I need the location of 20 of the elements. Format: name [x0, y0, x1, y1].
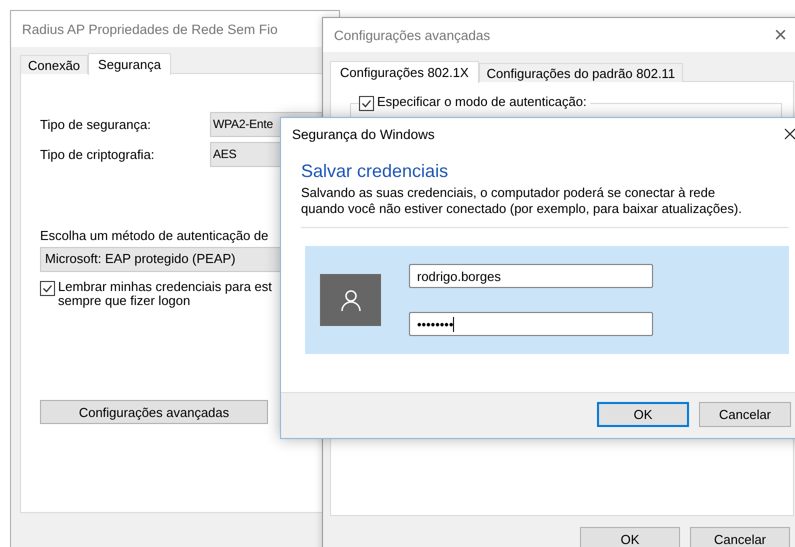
tab[interactable]: Conexão	[20, 55, 88, 74]
checkbox-label: Lembrar minhas credenciais para est sempre que fizer logon	[58, 280, 272, 308]
field-label: Tipo de segurança:	[40, 117, 152, 132]
tab[interactable]: Segurança	[88, 53, 171, 75]
username-field[interactable]: rodrigo.borges	[409, 264, 653, 288]
field-label: Escolha um método de autenticação de	[40, 228, 268, 243]
tab[interactable]: Configurações 802.1X	[330, 61, 479, 83]
close-button[interactable]: ×	[774, 24, 787, 46]
dialog-button[interactable]: OK	[597, 402, 689, 427]
window-title: Radius AP Propriedades de Rede Sem Fio	[22, 22, 278, 36]
tab[interactable]: Configurações do padrão 802.11	[478, 63, 684, 82]
checkbox-label: Especificar o modo de autenticação:	[377, 95, 587, 109]
advanced-settings-button[interactable]: Configurações avançadas	[40, 400, 268, 424]
password-field[interactable]: ••••••••	[409, 312, 653, 336]
dialog-button[interactable]: OK	[580, 527, 680, 547]
dialog-message: Salvando as suas credenciais, o computador poderá se conectar à rede quando você não estiver conectado (por exemplo, para baixar atualizações).	[301, 185, 743, 217]
field-label: Tipo de criptografia:	[40, 147, 156, 162]
dialog-button[interactable]: Cancelar	[690, 527, 790, 547]
window-title: Configurações avançadas	[334, 28, 490, 42]
dialog-button[interactable]: Cancelar	[699, 402, 791, 427]
